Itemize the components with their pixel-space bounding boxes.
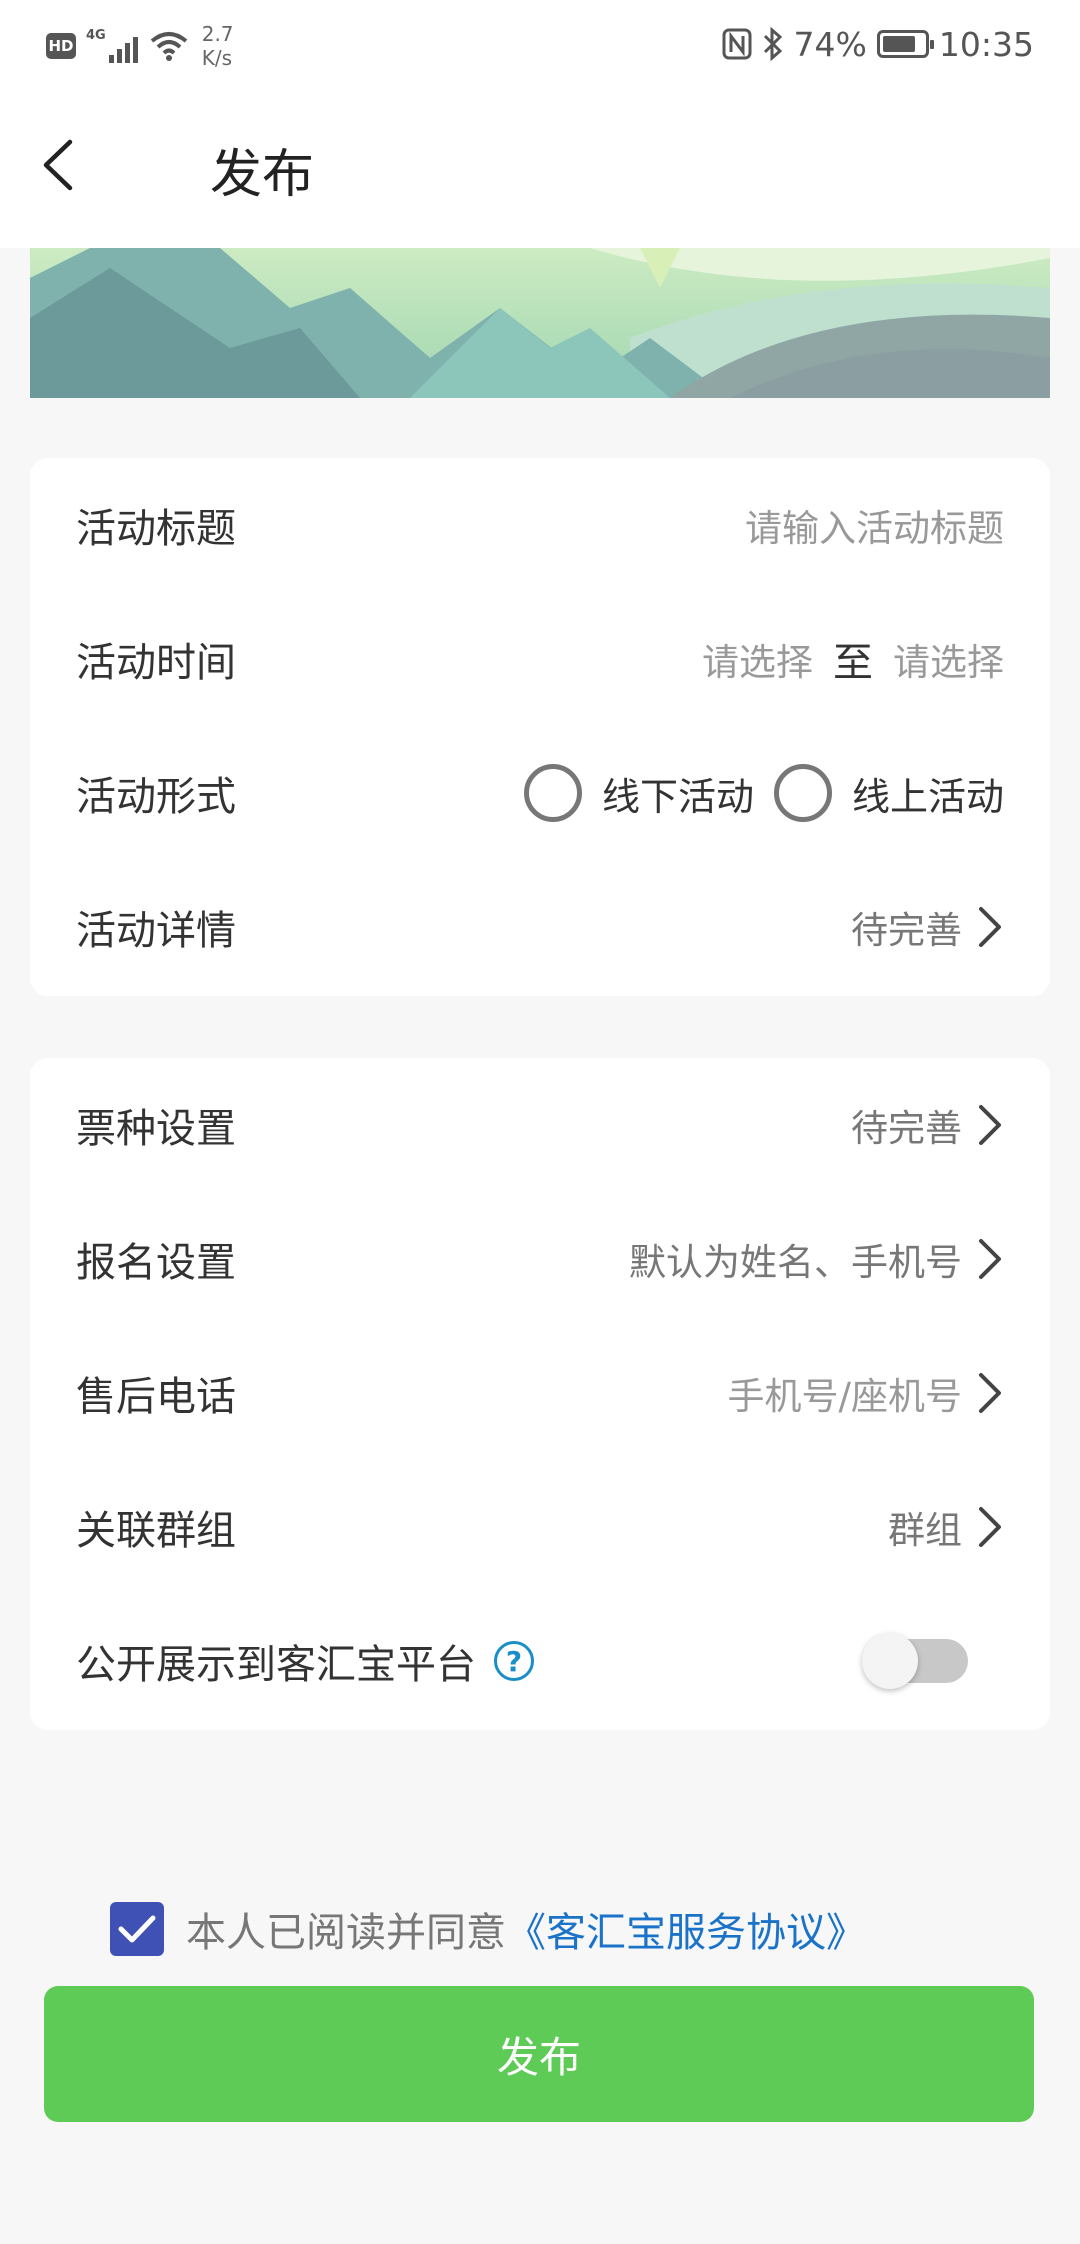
speed-value: 2.7 [201,22,234,46]
activity-title-label: 活动标题 [76,506,236,552]
activity-format-radio-group: 线下活动 线上活动 [523,764,1004,822]
chevron-right-icon [979,1373,1001,1413]
battery-percent: 74% [793,24,867,64]
network-type: 4G [86,28,106,43]
agreement-checkbox[interactable] [110,1902,164,1956]
online-radio[interactable]: 线上活动 [773,764,1004,822]
chevron-left-icon [43,139,73,191]
linked-group-row[interactable]: 关联群组 群组 [30,1460,1050,1594]
ticket-settings-label: 票种设置 [76,1106,236,1152]
service-agreement-link[interactable]: 《客汇宝服务协议》 [506,1900,866,1958]
online-label: 线上活动 [851,774,1004,819]
clock: 10:35 [938,24,1034,64]
chevron-right-icon [979,1507,1001,1547]
public-display-row: 公开展示到客汇宝平台 ? [30,1594,1050,1728]
end-time-picker[interactable]: 请选择 [893,632,1004,686]
status-bar: HD 4G 2.7 K/s 74% 10:35 [0,0,1080,88]
linked-group-value: 群组 [888,1500,1004,1554]
radio-circle-icon [523,764,582,822]
signup-settings-row[interactable]: 报名设置 默认为姓名、手机号 [30,1192,1050,1326]
activity-details-label: 活动详情 [76,908,236,954]
aftersales-phone-value: 手机号/座机号 [728,1366,1004,1420]
battery-icon [876,30,934,58]
hd-icon: HD [46,33,76,59]
app-header: 发布 [0,88,1080,248]
speed-unit: K/s [201,46,232,70]
chevron-right-icon [979,907,1001,947]
signup-settings-value: 默认为姓名、手机号 [629,1232,1004,1286]
offline-label: 线下活动 [601,774,754,819]
activity-details-row[interactable]: 活动详情 待完善 [30,860,1050,994]
linked-group-status: 群组 [888,1509,962,1552]
check-icon [118,1915,156,1943]
aftersales-phone-label: 售后电话 [76,1374,236,1420]
signup-settings-status: 默认为姓名、手机号 [629,1241,962,1284]
agreement-text: 本人已阅读并同意 [186,1910,506,1956]
activity-details-value: 待完善 [851,900,1004,954]
activity-title-row[interactable]: 活动标题 请输入活动标题 [30,458,1050,592]
wifi-icon [150,32,187,61]
cell-signal-icon: 4G [86,29,138,63]
activity-time-range: 请选择 至 请选择 [702,630,1004,688]
chevron-right-icon [979,1105,1001,1145]
linked-group-label: 关联群组 [76,1508,236,1554]
start-time-picker[interactable]: 请选择 [702,632,813,686]
settings-card: 票种设置 待完善 报名设置 默认为姓名、手机号 售后电话 手机号/座机号 关联群… [30,1058,1050,1730]
page-title: 发布 [210,145,315,205]
nfc-icon [722,28,752,60]
offline-radio[interactable]: 线下活动 [523,764,754,822]
toggle-knob [862,1633,918,1689]
activity-time-label: 活动时间 [76,640,236,686]
bluetooth-icon [763,27,782,61]
activity-format-row: 活动形式 线下活动 线上活动 [30,726,1050,860]
public-display-toggle[interactable] [862,1633,968,1689]
time-separator: 至 [833,640,873,686]
ticket-settings-row[interactable]: 票种设置 待完善 [30,1058,1050,1192]
chevron-right-icon [979,1239,1001,1279]
public-display-label: 公开展示到客汇宝平台 [76,1642,476,1688]
ticket-settings-status: 待完善 [851,1107,962,1150]
back-button[interactable] [22,130,92,200]
activity-title-input[interactable]: 请输入活动标题 [745,498,1004,552]
ticket-settings-value: 待完善 [851,1098,1004,1152]
aftersales-phone-placeholder: 手机号/座机号 [727,1375,962,1418]
network-speed: 2.7 K/s [202,22,242,70]
activity-format-label: 活动形式 [76,774,236,820]
activity-time-row: 活动时间 请选择 至 请选择 [30,592,1050,726]
cover-image[interactable] [30,248,1050,398]
public-display-label-group: 公开展示到客汇宝平台 ? [76,1632,534,1690]
signup-settings-label: 报名设置 [76,1240,236,1286]
agreement-row: 本人已阅读并同意 《客汇宝服务协议》 [110,1900,866,1958]
radio-circle-icon [773,764,832,822]
mountain-illustration [30,248,1050,398]
activity-info-card: 活动标题 请输入活动标题 活动时间 请选择 至 请选择 活动形式 线下活动 线上… [30,458,1050,996]
aftersales-phone-row[interactable]: 售后电话 手机号/座机号 [30,1326,1050,1460]
activity-details-status: 待完善 [851,909,962,952]
publish-button[interactable]: 发布 [44,1986,1034,2122]
help-icon[interactable]: ? [494,1641,534,1681]
